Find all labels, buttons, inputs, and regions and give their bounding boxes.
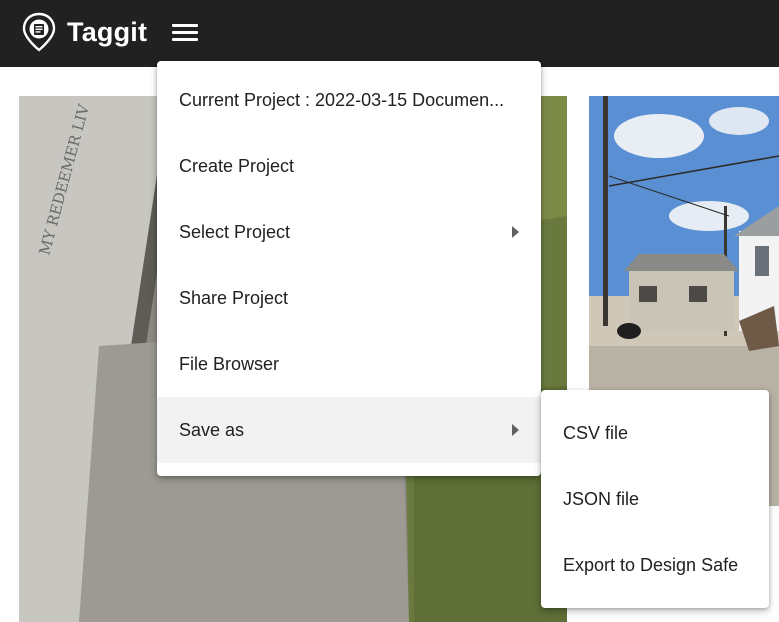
menu-item-save-as[interactable]: Save as	[157, 397, 541, 463]
menu-item-label: Share Project	[179, 287, 289, 308]
submenu-arrow-icon	[512, 226, 519, 238]
menu-item-label: File Browser	[179, 353, 280, 374]
menu-item-label: Select Project	[179, 221, 291, 242]
submenu-item-json-file[interactable]: JSON file	[541, 466, 769, 532]
app-title: Taggit	[67, 17, 148, 47]
submenu-item-label: JSON file	[563, 488, 640, 509]
menu-item-file-browser[interactable]: File Browser	[157, 331, 541, 397]
menu-item-label: Current Project : 2022-03-15 Documen...	[179, 89, 505, 110]
menu-item-label: Save as	[179, 419, 245, 440]
menu-item-select-project[interactable]: Select Project	[157, 199, 541, 265]
submenu-item-export-design-safe[interactable]: Export to Design Safe	[541, 532, 769, 598]
submenu-item-label: CSV file	[563, 422, 629, 443]
menu-item-label: Create Project	[179, 155, 295, 176]
submenu-item-csv-file[interactable]: CSV file	[541, 400, 769, 466]
menu-item-current-project[interactable]: Current Project : 2022-03-15 Documen...	[157, 67, 541, 133]
top-app-bar: Taggit	[0, 0, 779, 67]
submenu-item-label: Export to Design Safe	[563, 554, 739, 575]
submenu-arrow-icon	[512, 424, 519, 436]
menu-item-share-project[interactable]: Share Project	[157, 265, 541, 331]
hamburger-menu-icon[interactable]	[170, 20, 200, 48]
map-pin-document-icon[interactable]	[22, 12, 56, 52]
menu-item-create-project[interactable]: Create Project	[157, 133, 541, 199]
save-as-submenu: CSV file JSON file Export to Design Safe	[541, 390, 769, 608]
main-menu: Current Project : 2022-03-15 Documen... …	[157, 61, 541, 476]
